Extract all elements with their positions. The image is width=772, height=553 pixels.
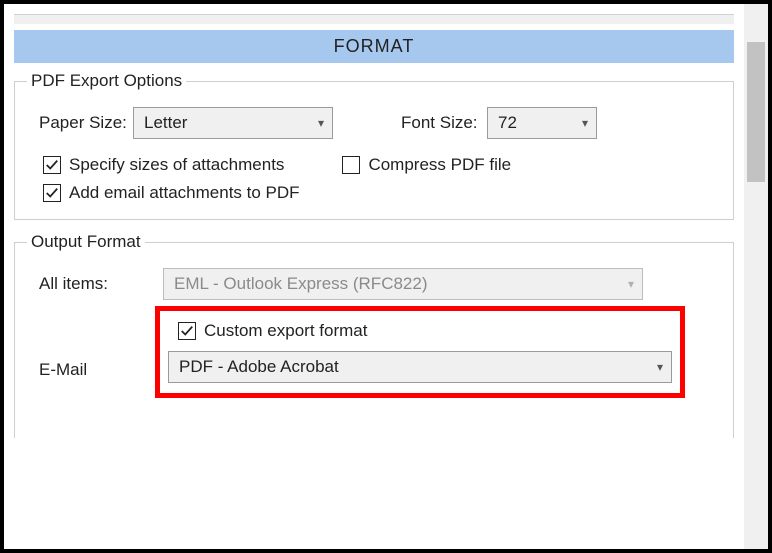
all-items-label: All items:: [27, 274, 155, 294]
chevron-down-icon: ▾: [582, 116, 588, 130]
font-size-value: 72: [498, 113, 517, 133]
chevron-down-icon: ▾: [628, 277, 634, 291]
add-attachments-label: Add email attachments to PDF: [69, 183, 300, 203]
specify-sizes-label: Specify sizes of attachments: [69, 155, 284, 175]
email-format-value: PDF - Adobe Acrobat: [179, 357, 339, 377]
email-format-select[interactable]: PDF - Adobe Acrobat ▾: [168, 351, 672, 383]
format-section-header: FORMAT: [14, 30, 734, 63]
paper-size-label: Paper Size:: [27, 113, 125, 133]
checkbox-icon: [178, 322, 196, 340]
custom-export-format-checkbox[interactable]: Custom export format: [168, 321, 672, 341]
vertical-scrollbar[interactable]: [744, 4, 768, 549]
all-items-select: EML - Outlook Express (RFC822) ▾: [163, 268, 643, 300]
pdf-export-options-group: PDF Export Options Paper Size: Letter ▾ …: [14, 71, 734, 220]
highlighted-area: Custom export format PDF - Adobe Acrobat…: [155, 306, 685, 398]
font-size-select[interactable]: 72 ▾: [487, 107, 597, 139]
previous-section-edge: [14, 14, 734, 24]
custom-export-format-label: Custom export format: [204, 321, 367, 341]
pdf-export-options-legend: PDF Export Options: [27, 71, 186, 91]
chevron-down-icon: ▾: [657, 360, 663, 374]
add-attachments-checkbox[interactable]: Add email attachments to PDF: [27, 183, 300, 203]
chevron-down-icon: ▾: [318, 116, 324, 130]
output-format-group: Output Format All items: EML - Outlook E…: [14, 232, 734, 438]
email-label: E-Mail: [27, 360, 155, 380]
checkbox-icon: [43, 156, 61, 174]
compress-pdf-label: Compress PDF file: [368, 155, 511, 175]
paper-size-value: Letter: [144, 113, 187, 133]
all-items-value: EML - Outlook Express (RFC822): [174, 274, 428, 294]
font-size-label: Font Size:: [389, 113, 479, 133]
specify-sizes-checkbox[interactable]: Specify sizes of attachments: [27, 155, 284, 175]
compress-pdf-checkbox[interactable]: Compress PDF file: [304, 155, 511, 175]
paper-size-select[interactable]: Letter ▾: [133, 107, 333, 139]
scrollbar-thumb[interactable]: [747, 42, 765, 182]
checkbox-icon: [43, 184, 61, 202]
checkbox-icon: [342, 156, 360, 174]
output-format-legend: Output Format: [27, 232, 145, 252]
